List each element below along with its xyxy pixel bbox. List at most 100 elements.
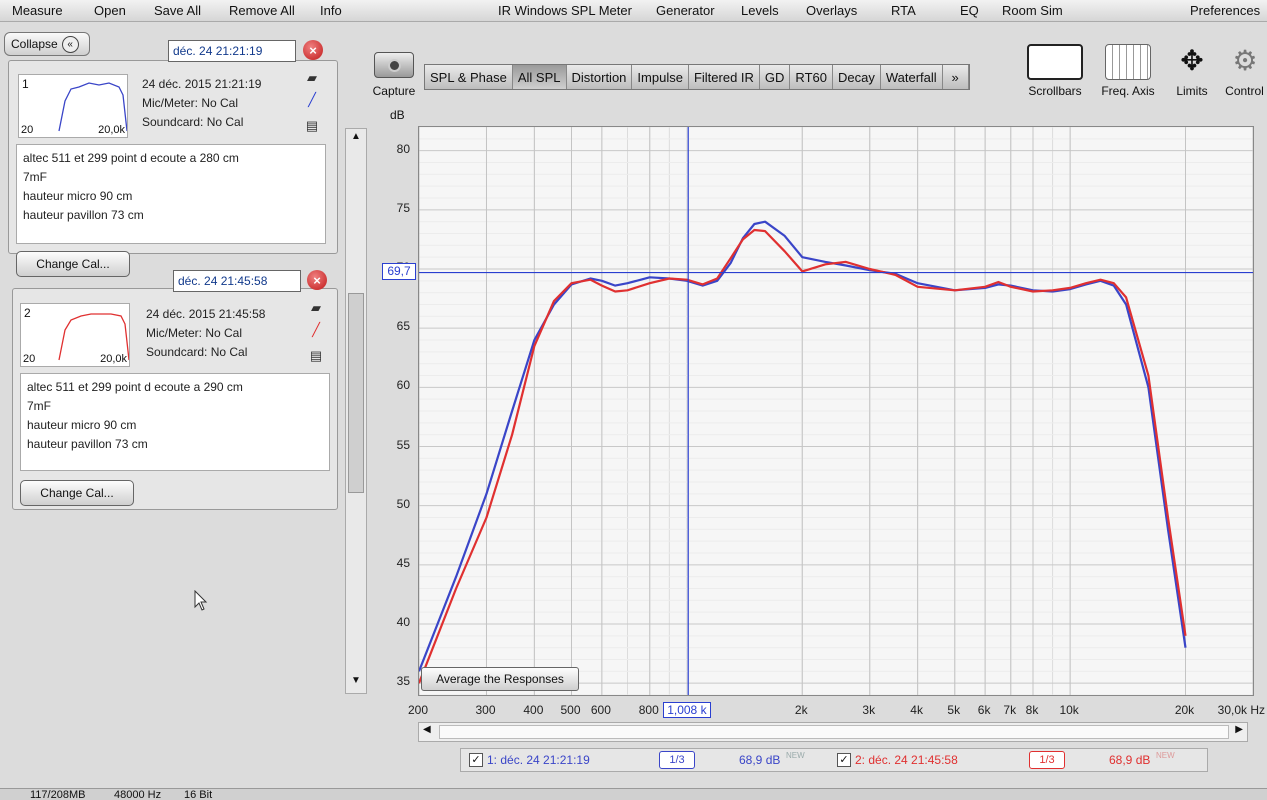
scrollbars-button[interactable]: Scrollbars [1022,44,1088,98]
note-line: 7mF [27,399,51,413]
menu-generator[interactable]: Generator [656,3,715,18]
limits-button[interactable]: ✥ Limits [1166,44,1218,98]
tab-waterfall[interactable]: Waterfall [880,65,943,89]
legend-1-smoothing[interactable]: 1/3 [659,751,695,769]
menu-spl-meter[interactable]: SPL Meter [571,3,632,18]
menu-bar: Measure Open Save All Remove All Info IR… [0,0,1267,22]
tab-more-chevron-icon[interactable]: » [942,65,969,89]
measurement-2-date: 24 déc. 2015 21:45:58 [146,307,266,321]
x-tick-label: 400 [523,703,544,717]
x-tick-label: 3k [862,703,876,717]
tab-filtered-ir[interactable]: Filtered IR [688,65,760,89]
y-tick-label: 60 [396,378,410,393]
collapse-button[interactable]: Collapse « [4,32,90,56]
y-tick-label: 35 [396,674,410,689]
tab-gd[interactable]: GD [759,65,791,89]
pen-color-1-icon[interactable]: ╱ [304,92,320,108]
plot-area[interactable] [419,127,1253,695]
menu-levels[interactable]: Levels [741,3,779,18]
legend-2-checkbox[interactable]: ✓ [837,753,851,767]
y-tick-label: 65 [396,319,410,334]
x-tick-label: 4k [910,703,923,717]
notes-1-icon[interactable]: ▤ [304,118,320,134]
y-tick-label: 80 [396,141,410,156]
x-tick-label: 7k [1003,703,1017,717]
menu-info[interactable]: Info [320,3,342,18]
freq-axis-icon [1105,44,1151,80]
save-measurement-1-icon[interactable]: ▰ [304,70,320,86]
measurement-2-thumbnail[interactable]: 2 20 20,0k [20,303,130,367]
scroll-up-arrow-icon[interactable]: ▲ [348,131,364,147]
tab-all-spl[interactable]: All SPL [512,65,567,89]
mouse-pointer-icon [194,590,208,611]
thumb-2-high: 20,0k [100,353,127,365]
measurement-2-name-field[interactable]: déc. 24 21:45:58 [173,270,301,292]
thumb-2-low: 20 [23,353,36,365]
graph-tab-bar: SPL & Phase All SPL Distortion Impulse F… [424,64,970,90]
scroll-right-arrow-icon[interactable]: ▶ [1235,724,1243,735]
scroll-down-arrow-icon[interactable]: ▼ [348,675,364,691]
hscroll-thumb[interactable] [439,725,1229,739]
legend-1-label: 1: déc. 24 21:21:19 [487,753,590,767]
capture-label: Capture [372,84,416,98]
cursor-y-readout: 69,7 [382,262,416,280]
remove-measurement-1-close-icon[interactable]: × [303,40,323,60]
measurement-1-name-field[interactable]: déc. 24 21:21:19 [168,40,296,62]
average-responses-button[interactable]: Average the Responses [421,667,579,691]
tab-decay[interactable]: Decay [832,65,881,89]
measurement-1-notes[interactable]: altec 511 et 299 point d ecoute a 280 cm… [16,144,326,244]
control-button[interactable]: ⚙ Control [1222,44,1267,98]
capture-button[interactable]: Capture [368,52,420,98]
tab-impulse[interactable]: Impulse [632,65,689,89]
remove-measurement-2-close-icon[interactable]: × [307,270,327,290]
scrollbars-label: Scrollbars [1028,84,1082,98]
move-arrows-icon: ✥ [1180,45,1204,76]
collapse-label: Collapse [11,37,58,51]
freq-axis-label: Freq. Axis [1101,84,1155,98]
freq-axis-button[interactable]: Freq. Axis [1094,44,1162,98]
save-measurement-2-icon[interactable]: ▰ [308,300,324,316]
x-tick-label: 600 [590,703,611,717]
menu-overlays[interactable]: Overlays [806,3,857,18]
legend-1-checkbox[interactable]: ✓ [469,753,483,767]
legend-2-level: 68,9 dB [1109,753,1151,767]
x-tick-label: 200 [407,703,429,717]
note-line: hauteur micro 90 cm [23,189,133,203]
spl-graph[interactable]: Average the Responses [418,126,1254,696]
menu-preferences[interactable]: Preferences [1190,3,1260,18]
note-line: altec 511 et 299 point d ecoute a 290 cm [27,380,243,394]
menu-room-sim[interactable]: Room Sim [1002,3,1063,18]
scroll-thumb[interactable] [348,293,364,493]
change-cal-button-1[interactable]: Change Cal... [16,251,130,277]
x-tick-label: 800 [638,703,659,717]
change-cal-button-2[interactable]: Change Cal... [20,480,134,506]
x-tick-label: 10k [1059,703,1079,717]
vertical-scrollbar[interactable]: ▲ ▼ [345,128,367,694]
menu-open[interactable]: Open [94,3,126,18]
limits-label: Limits [1176,84,1208,98]
menu-rta[interactable]: RTA [891,3,916,18]
horizontal-scrollbar[interactable]: ◀ ▶ [418,722,1248,742]
y-axis-unit: dB [390,108,405,122]
legend-1-badge: NEW [786,751,805,760]
camera-icon [374,52,414,78]
measurement-2-notes[interactable]: altec 511 et 299 point d ecoute a 290 cm… [20,373,330,471]
x-tick-label: 20k [1174,703,1195,717]
y-tick-label: 45 [396,555,410,570]
status-memory: 117/208MB [30,789,86,800]
menu-remove-all[interactable]: Remove All [229,3,295,18]
menu-save-all[interactable]: Save All [154,3,201,18]
x-tick-label: 8k [1025,703,1039,717]
notes-2-icon[interactable]: ▤ [308,348,324,364]
legend-2-smoothing[interactable]: 1/3 [1029,751,1065,769]
menu-eq[interactable]: EQ [960,3,979,18]
menu-ir-windows[interactable]: IR Windows [498,3,567,18]
pen-color-2-icon[interactable]: ╱ [308,322,324,338]
legend-1-level: 68,9 dB [739,753,781,767]
measurement-1-thumbnail[interactable]: 1 20 20,0k [18,74,128,138]
menu-measure[interactable]: Measure [12,3,63,18]
scroll-left-arrow-icon[interactable]: ◀ [423,724,431,735]
tab-distortion[interactable]: Distortion [566,65,633,89]
tab-rt60[interactable]: RT60 [790,65,833,89]
tab-spl-phase[interactable]: SPL & Phase [425,65,513,89]
